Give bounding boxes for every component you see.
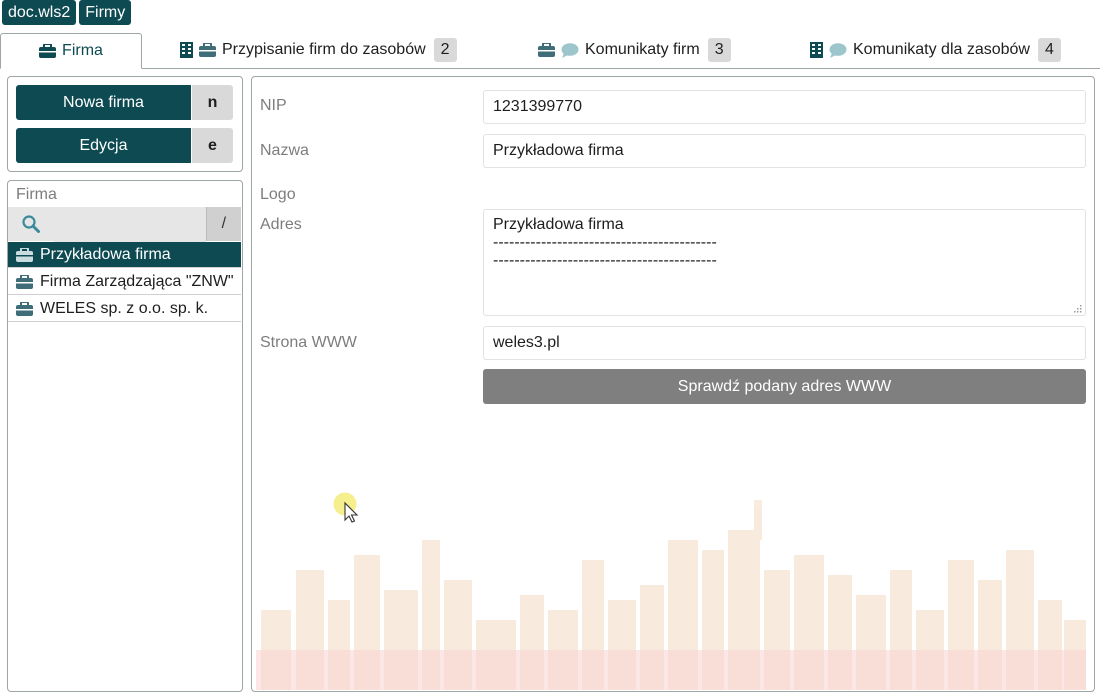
tab-komunikaty-dla-zasobow[interactable]: Komunikaty dla zasobów 4 <box>810 33 1061 67</box>
list-item[interactable]: Przykładowa firma <box>8 242 241 268</box>
edit-label: Edycja <box>16 128 191 163</box>
nip-field[interactable] <box>483 90 1086 124</box>
tab-count-badge: 4 <box>1037 38 1061 62</box>
briefcase-icon <box>199 43 216 57</box>
briefcase-icon <box>16 247 33 262</box>
list-item-label: WELES sp. z o.o. sp. k. <box>40 299 209 317</box>
building-icon <box>810 42 823 58</box>
resize-grip-icon[interactable] <box>1073 304 1082 313</box>
edit-shortcut: e <box>192 128 233 163</box>
logo-label: Logo <box>260 186 296 203</box>
breadcrumb-item-app[interactable]: doc.wls2 <box>2 0 77 25</box>
new-company-shortcut: n <box>192 85 233 120</box>
search-input[interactable] <box>53 208 206 242</box>
search-bar: / <box>8 207 241 242</box>
name-label: Nazwa <box>260 142 309 159</box>
list-item[interactable]: WELES sp. z o.o. sp. k. <box>8 296 241 322</box>
address-label: Adres <box>260 216 302 233</box>
tab-bar: Firma Przypisanie firm do zasobów 2 Komu… <box>0 33 1100 69</box>
list-item-label: Przykładowa firma <box>40 245 171 263</box>
www-label: Strona WWW <box>260 334 357 351</box>
actions-panel: Nowa firma n Edycja e <box>7 76 243 172</box>
search-icon[interactable] <box>8 207 54 241</box>
tab-label: Komunikaty dla zasobów <box>853 41 1030 58</box>
company-list-panel: Firma / Przykładowa firma Firma Zarządza… <box>7 180 243 692</box>
tab-przypisanie[interactable]: Przypisanie firm do zasobów 2 <box>180 33 457 67</box>
breadcrumb: doc.wls2 Firmy <box>2 0 132 25</box>
building-icon <box>180 42 193 58</box>
list-item-label: Firma Zarządzająca "ZNW" <box>40 272 234 290</box>
search-shortcut: / <box>205 207 241 241</box>
speech-bubble-icon <box>829 42 847 58</box>
list-title: Firma <box>16 186 57 203</box>
mouse-cursor-icon <box>333 492 359 523</box>
address-textarea[interactable]: Przykładowa firma ----------------------… <box>483 209 1086 316</box>
list-item[interactable]: Firma Zarządzająca "ZNW" <box>8 269 241 295</box>
tab-count-badge: 3 <box>707 38 731 62</box>
name-field[interactable] <box>483 134 1086 168</box>
www-field[interactable] <box>483 326 1086 360</box>
briefcase-icon <box>16 301 33 316</box>
new-company-label: Nowa firma <box>16 85 191 120</box>
check-www-button[interactable]: Sprawdź podany adres WWW <box>483 369 1086 404</box>
tab-label: Przypisanie firm do zasobów <box>222 41 426 58</box>
edit-button[interactable]: Edycja e <box>16 128 233 163</box>
tab-komunikaty-firm[interactable]: Komunikaty firm 3 <box>538 33 731 67</box>
tab-firma[interactable]: Firma <box>0 33 142 69</box>
tab-label: Komunikaty firm <box>585 41 700 58</box>
new-company-button[interactable]: Nowa firma n <box>16 85 233 120</box>
nip-label: NIP <box>260 97 287 114</box>
speech-bubble-icon <box>561 42 579 58</box>
tab-count-badge: 2 <box>433 38 457 62</box>
briefcase-icon <box>16 274 33 289</box>
city-skyline-watermark <box>256 500 1086 690</box>
briefcase-icon <box>39 44 57 58</box>
briefcase-icon <box>538 43 555 57</box>
breadcrumb-item-firmy[interactable]: Firmy <box>79 0 132 25</box>
tab-label: Firma <box>62 42 103 59</box>
